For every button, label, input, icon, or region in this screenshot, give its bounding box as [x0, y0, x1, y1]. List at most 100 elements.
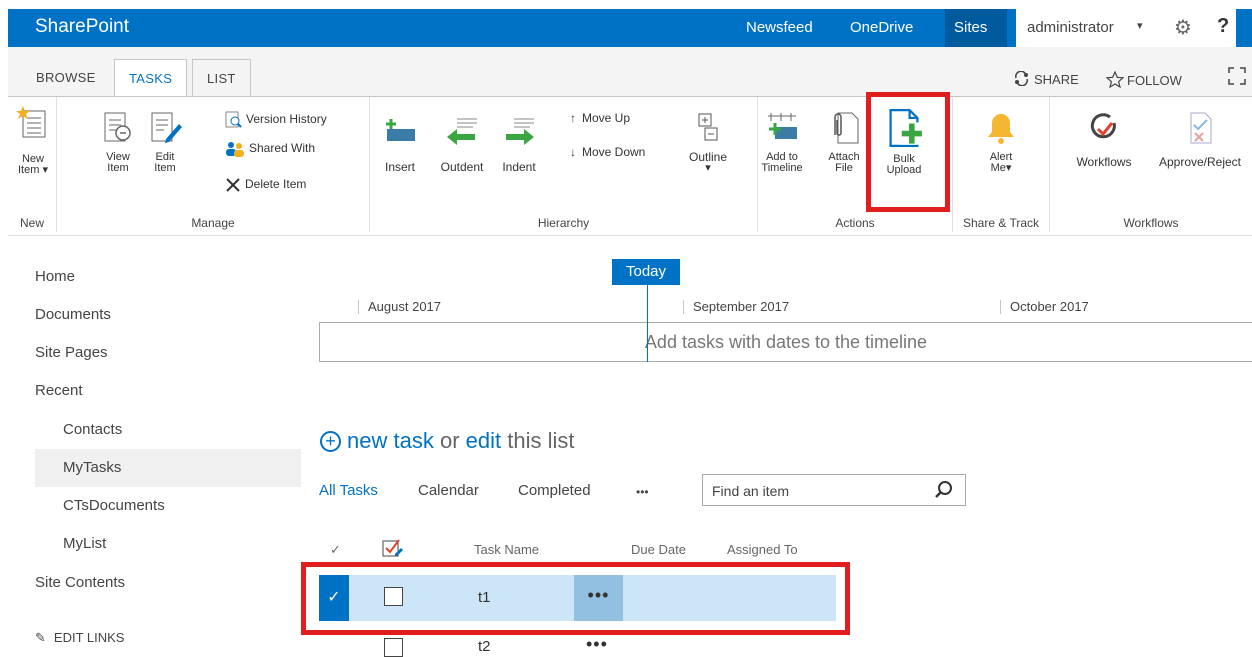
timeline-empty-message: Add tasks with dates to the timeline [644, 332, 928, 352]
chevron-down-icon: ▾ [1137, 20, 1143, 32]
new-task-link[interactable]: new task [347, 428, 434, 453]
shared-with-button[interactable]: Shared With [225, 141, 315, 157]
bell-icon [988, 114, 1014, 144]
pencil-icon: ✎ [35, 630, 46, 645]
outdent-button[interactable]: Outdent [434, 115, 490, 173]
shared-with-label: Shared With [249, 141, 316, 156]
bulk-upload-label-2: Upload [886, 164, 922, 176]
nav-mylist[interactable]: MyList [63, 535, 106, 552]
outline-button[interactable]: Outline ▾ [686, 111, 730, 174]
edit-links-label: EDIT LINKS [53, 630, 125, 645]
newsfeed-link[interactable]: Newsfeed [746, 19, 813, 36]
approve-reject-button[interactable]: Approve/Reject [1150, 111, 1250, 168]
ribbon-group-hierarchy: Insert Outdent Indent ↑ Move Up ↓ Move Dow… [370, 97, 758, 232]
gear-icon[interactable]: ⚙ [1174, 15, 1192, 40]
timeline-tick [683, 300, 684, 314]
share-button[interactable]: SHARE [1013, 70, 1079, 87]
outline-icon [698, 113, 718, 141]
view-item-label-2: Item [107, 162, 129, 174]
task-name-cell[interactable]: t2 [478, 638, 491, 655]
timeline-month: August 2017 [368, 299, 442, 314]
add-to-timeline-icon [768, 113, 797, 139]
delete-icon [226, 178, 240, 192]
nav-site-pages[interactable]: Site Pages [35, 344, 108, 361]
workflows-button[interactable]: Workflows [1064, 111, 1144, 168]
view-item-button[interactable]: View Item [101, 111, 135, 174]
help-icon[interactable]: ? [1217, 15, 1229, 38]
ribbon-group-manage: View Item Edit Item Version History Shar [57, 97, 370, 232]
table-row[interactable]: ✓ t1 ••• [319, 575, 836, 621]
row-selected-check-icon[interactable]: ✓ [319, 575, 349, 621]
alert-me-button[interactable]: Alert Me▾ [981, 111, 1021, 174]
more-views-button[interactable]: ••• [636, 485, 649, 499]
new-item-button[interactable]: New Item ▾ [14, 105, 52, 176]
search-input[interactable]: Find an item [712, 483, 789, 499]
move-down-button[interactable]: ↓ Move Down [570, 145, 645, 159]
this-list-text: this list [507, 428, 575, 453]
share-icon [1015, 70, 1028, 87]
attach-file-button[interactable]: Attach File [824, 111, 864, 174]
group-label-new: New [19, 216, 44, 230]
edit-item-icon [151, 112, 182, 143]
share-label: SHARE [1034, 72, 1079, 87]
group-label-actions: Actions [835, 216, 875, 230]
indent-button[interactable]: Indent [494, 115, 544, 173]
nav-mytasks[interactable]: MyTasks [63, 459, 121, 476]
onedrive-link[interactable]: OneDrive [850, 19, 913, 36]
nav-ctsdocuments[interactable]: CTsDocuments [63, 497, 165, 514]
select-all-checkbox[interactable] [382, 538, 404, 563]
column-assigned-to[interactable]: Assigned To [727, 542, 798, 557]
add-to-timeline-button[interactable]: Add to Timeline [758, 111, 806, 174]
follow-button[interactable]: FOLLOW [1105, 70, 1182, 89]
sites-link[interactable]: Sites [954, 19, 987, 36]
timeline-bar[interactable]: Add tasks with dates to the timeline [319, 322, 1252, 362]
timeline-today-line-overlay [647, 322, 648, 362]
star-icon [1105, 70, 1125, 89]
move-up-button[interactable]: ↑ Move Up [570, 111, 630, 125]
view-calendar[interactable]: Calendar [418, 482, 479, 499]
suite-bar: SharePoint Newsfeed OneDrive Sites admin… [8, 9, 1252, 47]
approve-reject-icon [1190, 112, 1212, 144]
task-name-cell[interactable]: t1 [478, 589, 491, 606]
view-item-icon [104, 112, 131, 142]
tab-list[interactable]: LIST [192, 59, 251, 98]
user-menu[interactable]: administrator ▾ ⚙ ? [1016, 9, 1236, 47]
search-icon[interactable] [933, 479, 955, 501]
nav-home[interactable]: Home [35, 268, 75, 285]
row-checkbox[interactable] [384, 587, 403, 606]
group-label-share-track: Share & Track [962, 216, 1040, 230]
version-history-label: Version History [246, 112, 327, 127]
edit-links-button[interactable]: ✎ EDIT LINKS [35, 630, 124, 646]
nav-site-contents[interactable]: Site Contents [35, 574, 125, 591]
edit-item-button[interactable]: Edit Item [148, 111, 182, 174]
select-all-icon [382, 539, 403, 557]
column-due-date[interactable]: Due Date [631, 542, 686, 557]
bulk-upload-button[interactable]: Bulk Upload [874, 109, 934, 176]
nav-contacts[interactable]: Contacts [63, 421, 122, 438]
user-name[interactable]: administrator [1027, 19, 1114, 36]
row-checkbox[interactable] [384, 638, 403, 657]
row-ellipsis-button[interactable]: ••• [574, 575, 623, 621]
sharepoint-brand[interactable]: SharePoint [35, 16, 129, 38]
edit-list-link[interactable]: edit [466, 428, 501, 453]
nav-documents[interactable]: Documents [35, 306, 111, 323]
or-text: or [439, 428, 460, 453]
ribbon-group-share-track: Alert Me▾ Share & Track [953, 97, 1050, 232]
search-box[interactable]: Find an item [702, 474, 966, 506]
delete-item-button[interactable]: Delete Item [225, 177, 306, 193]
timeline-tick [358, 300, 359, 314]
view-all-tasks[interactable]: All Tasks [319, 482, 378, 499]
tab-browse[interactable]: BROWSE [22, 59, 110, 98]
add-circle-icon[interactable]: + [320, 431, 341, 452]
check-column-icon: ✓ [330, 542, 341, 557]
view-completed[interactable]: Completed [518, 482, 591, 499]
attach-file-label-2: File [835, 162, 853, 174]
tab-tasks[interactable]: TASKS [114, 59, 188, 98]
delete-item-label: Delete Item [245, 177, 307, 192]
insert-button[interactable]: Insert [380, 115, 420, 173]
nav-recent-heading: Recent [35, 382, 83, 399]
new-item-icon [16, 106, 46, 138]
focus-content-icon[interactable] [1228, 67, 1246, 90]
version-history-button[interactable]: Version History [225, 111, 327, 129]
column-task-name[interactable]: Task Name [474, 542, 539, 557]
